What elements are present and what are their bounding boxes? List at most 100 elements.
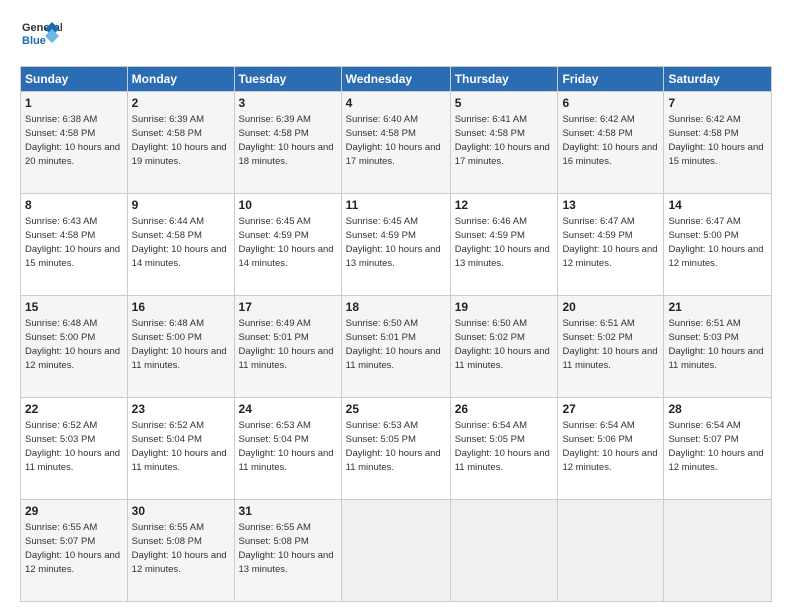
- day-cell-9: 9 Sunrise: 6:44 AMSunset: 4:58 PMDayligh…: [127, 194, 234, 296]
- page: General Blue SundayMondayTuesdayWednesda…: [0, 0, 792, 612]
- day-cell-1: 1 Sunrise: 6:38 AMSunset: 4:58 PMDayligh…: [21, 92, 128, 194]
- day-info: Sunrise: 6:50 AMSunset: 5:02 PMDaylight:…: [455, 318, 550, 371]
- calendar-header-sunday: Sunday: [21, 67, 128, 92]
- day-number: 2: [132, 95, 230, 112]
- day-number: 4: [346, 95, 446, 112]
- day-info: Sunrise: 6:53 AMSunset: 5:04 PMDaylight:…: [239, 420, 334, 473]
- day-info: Sunrise: 6:52 AMSunset: 5:04 PMDaylight:…: [132, 420, 227, 473]
- calendar-table: SundayMondayTuesdayWednesdayThursdayFrid…: [20, 66, 772, 602]
- logo-svg: General Blue: [20, 16, 62, 58]
- day-cell-20: 20 Sunrise: 6:51 AMSunset: 5:02 PMDaylig…: [558, 296, 664, 398]
- day-number: 6: [562, 95, 659, 112]
- empty-cell: [450, 500, 558, 602]
- day-number: 25: [346, 401, 446, 418]
- day-info: Sunrise: 6:47 AMSunset: 4:59 PMDaylight:…: [562, 216, 657, 269]
- day-number: 27: [562, 401, 659, 418]
- day-number: 18: [346, 299, 446, 316]
- day-number: 14: [668, 197, 767, 214]
- day-number: 19: [455, 299, 554, 316]
- day-cell-19: 19 Sunrise: 6:50 AMSunset: 5:02 PMDaylig…: [450, 296, 558, 398]
- day-info: Sunrise: 6:38 AMSunset: 4:58 PMDaylight:…: [25, 114, 120, 167]
- day-cell-5: 5 Sunrise: 6:41 AMSunset: 4:58 PMDayligh…: [450, 92, 558, 194]
- day-info: Sunrise: 6:46 AMSunset: 4:59 PMDaylight:…: [455, 216, 550, 269]
- calendar-week-5: 29 Sunrise: 6:55 AMSunset: 5:07 PMDaylig…: [21, 500, 772, 602]
- day-info: Sunrise: 6:47 AMSunset: 5:00 PMDaylight:…: [668, 216, 763, 269]
- day-info: Sunrise: 6:40 AMSunset: 4:58 PMDaylight:…: [346, 114, 441, 167]
- day-info: Sunrise: 6:51 AMSunset: 5:02 PMDaylight:…: [562, 318, 657, 371]
- calendar-header-row: SundayMondayTuesdayWednesdayThursdayFrid…: [21, 67, 772, 92]
- day-info: Sunrise: 6:45 AMSunset: 4:59 PMDaylight:…: [346, 216, 441, 269]
- day-number: 26: [455, 401, 554, 418]
- day-number: 23: [132, 401, 230, 418]
- calendar-header-wednesday: Wednesday: [341, 67, 450, 92]
- day-number: 11: [346, 197, 446, 214]
- day-cell-23: 23 Sunrise: 6:52 AMSunset: 5:04 PMDaylig…: [127, 398, 234, 500]
- day-number: 5: [455, 95, 554, 112]
- day-cell-21: 21 Sunrise: 6:51 AMSunset: 5:03 PMDaylig…: [664, 296, 772, 398]
- calendar-week-1: 1 Sunrise: 6:38 AMSunset: 4:58 PMDayligh…: [21, 92, 772, 194]
- empty-cell: [558, 500, 664, 602]
- day-number: 8: [25, 197, 123, 214]
- day-cell-12: 12 Sunrise: 6:46 AMSunset: 4:59 PMDaylig…: [450, 194, 558, 296]
- day-info: Sunrise: 6:52 AMSunset: 5:03 PMDaylight:…: [25, 420, 120, 473]
- day-number: 9: [132, 197, 230, 214]
- day-info: Sunrise: 6:48 AMSunset: 5:00 PMDaylight:…: [132, 318, 227, 371]
- day-info: Sunrise: 6:49 AMSunset: 5:01 PMDaylight:…: [239, 318, 334, 371]
- day-number: 7: [668, 95, 767, 112]
- day-info: Sunrise: 6:42 AMSunset: 4:58 PMDaylight:…: [668, 114, 763, 167]
- day-info: Sunrise: 6:51 AMSunset: 5:03 PMDaylight:…: [668, 318, 763, 371]
- day-info: Sunrise: 6:45 AMSunset: 4:59 PMDaylight:…: [239, 216, 334, 269]
- day-info: Sunrise: 6:44 AMSunset: 4:58 PMDaylight:…: [132, 216, 227, 269]
- day-info: Sunrise: 6:39 AMSunset: 4:58 PMDaylight:…: [239, 114, 334, 167]
- day-cell-17: 17 Sunrise: 6:49 AMSunset: 5:01 PMDaylig…: [234, 296, 341, 398]
- day-info: Sunrise: 6:42 AMSunset: 4:58 PMDaylight:…: [562, 114, 657, 167]
- day-number: 31: [239, 503, 337, 520]
- day-number: 15: [25, 299, 123, 316]
- day-number: 16: [132, 299, 230, 316]
- day-cell-11: 11 Sunrise: 6:45 AMSunset: 4:59 PMDaylig…: [341, 194, 450, 296]
- day-info: Sunrise: 6:43 AMSunset: 4:58 PMDaylight:…: [25, 216, 120, 269]
- day-number: 1: [25, 95, 123, 112]
- day-cell-8: 8 Sunrise: 6:43 AMSunset: 4:58 PMDayligh…: [21, 194, 128, 296]
- calendar-header-saturday: Saturday: [664, 67, 772, 92]
- day-cell-27: 27 Sunrise: 6:54 AMSunset: 5:06 PMDaylig…: [558, 398, 664, 500]
- logo: General Blue: [20, 16, 62, 58]
- calendar-week-4: 22 Sunrise: 6:52 AMSunset: 5:03 PMDaylig…: [21, 398, 772, 500]
- day-number: 28: [668, 401, 767, 418]
- day-cell-28: 28 Sunrise: 6:54 AMSunset: 5:07 PMDaylig…: [664, 398, 772, 500]
- calendar-week-2: 8 Sunrise: 6:43 AMSunset: 4:58 PMDayligh…: [21, 194, 772, 296]
- day-number: 22: [25, 401, 123, 418]
- day-number: 21: [668, 299, 767, 316]
- day-info: Sunrise: 6:54 AMSunset: 5:06 PMDaylight:…: [562, 420, 657, 473]
- day-info: Sunrise: 6:55 AMSunset: 5:08 PMDaylight:…: [132, 522, 227, 575]
- day-info: Sunrise: 6:50 AMSunset: 5:01 PMDaylight:…: [346, 318, 441, 371]
- day-info: Sunrise: 6:48 AMSunset: 5:00 PMDaylight:…: [25, 318, 120, 371]
- day-cell-22: 22 Sunrise: 6:52 AMSunset: 5:03 PMDaylig…: [21, 398, 128, 500]
- day-cell-14: 14 Sunrise: 6:47 AMSunset: 5:00 PMDaylig…: [664, 194, 772, 296]
- empty-cell: [664, 500, 772, 602]
- day-cell-18: 18 Sunrise: 6:50 AMSunset: 5:01 PMDaylig…: [341, 296, 450, 398]
- empty-cell: [341, 500, 450, 602]
- day-cell-13: 13 Sunrise: 6:47 AMSunset: 4:59 PMDaylig…: [558, 194, 664, 296]
- day-info: Sunrise: 6:39 AMSunset: 4:58 PMDaylight:…: [132, 114, 227, 167]
- day-number: 3: [239, 95, 337, 112]
- day-cell-30: 30 Sunrise: 6:55 AMSunset: 5:08 PMDaylig…: [127, 500, 234, 602]
- day-info: Sunrise: 6:55 AMSunset: 5:07 PMDaylight:…: [25, 522, 120, 575]
- day-cell-24: 24 Sunrise: 6:53 AMSunset: 5:04 PMDaylig…: [234, 398, 341, 500]
- calendar-header-friday: Friday: [558, 67, 664, 92]
- header: General Blue: [20, 16, 772, 58]
- day-number: 29: [25, 503, 123, 520]
- day-cell-15: 15 Sunrise: 6:48 AMSunset: 5:00 PMDaylig…: [21, 296, 128, 398]
- calendar-header-thursday: Thursday: [450, 67, 558, 92]
- day-cell-7: 7 Sunrise: 6:42 AMSunset: 4:58 PMDayligh…: [664, 92, 772, 194]
- svg-text:Blue: Blue: [22, 35, 46, 47]
- calendar-header-tuesday: Tuesday: [234, 67, 341, 92]
- day-cell-25: 25 Sunrise: 6:53 AMSunset: 5:05 PMDaylig…: [341, 398, 450, 500]
- day-info: Sunrise: 6:54 AMSunset: 5:05 PMDaylight:…: [455, 420, 550, 473]
- day-info: Sunrise: 6:41 AMSunset: 4:58 PMDaylight:…: [455, 114, 550, 167]
- day-cell-16: 16 Sunrise: 6:48 AMSunset: 5:00 PMDaylig…: [127, 296, 234, 398]
- day-number: 17: [239, 299, 337, 316]
- calendar-week-3: 15 Sunrise: 6:48 AMSunset: 5:00 PMDaylig…: [21, 296, 772, 398]
- day-cell-6: 6 Sunrise: 6:42 AMSunset: 4:58 PMDayligh…: [558, 92, 664, 194]
- day-info: Sunrise: 6:55 AMSunset: 5:08 PMDaylight:…: [239, 522, 334, 575]
